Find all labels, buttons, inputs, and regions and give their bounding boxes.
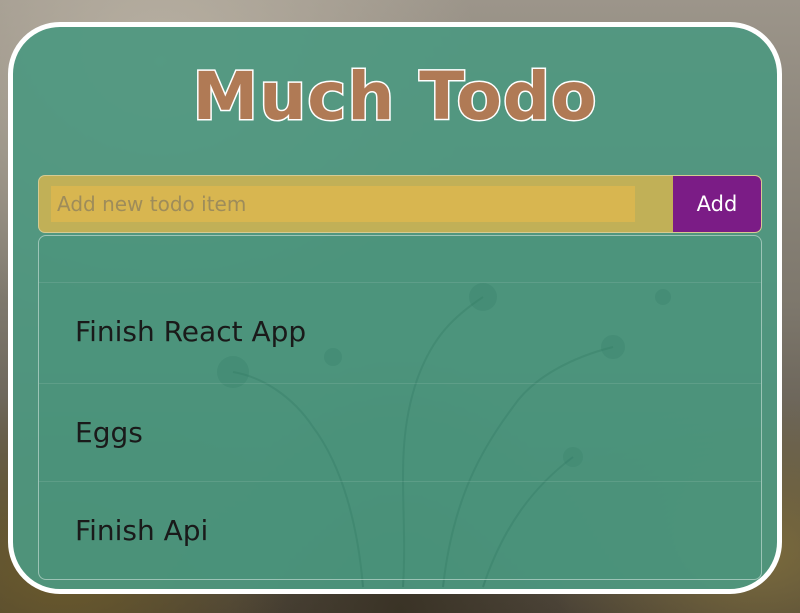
todo-card: Much Todo Add Finish React App Eggs Fini…	[8, 22, 782, 594]
todo-item[interactable]: Finish React App	[39, 282, 761, 380]
add-button[interactable]: Add	[673, 176, 761, 232]
new-todo-input[interactable]	[51, 186, 635, 222]
todo-item[interactable]: Finish Api	[39, 481, 761, 579]
todo-list: Finish React App Eggs Finish Api	[38, 235, 762, 580]
add-todo-form: Add	[38, 175, 762, 233]
todo-item[interactable]: Eggs	[39, 383, 761, 481]
app-title: Much Todo	[191, 57, 598, 137]
